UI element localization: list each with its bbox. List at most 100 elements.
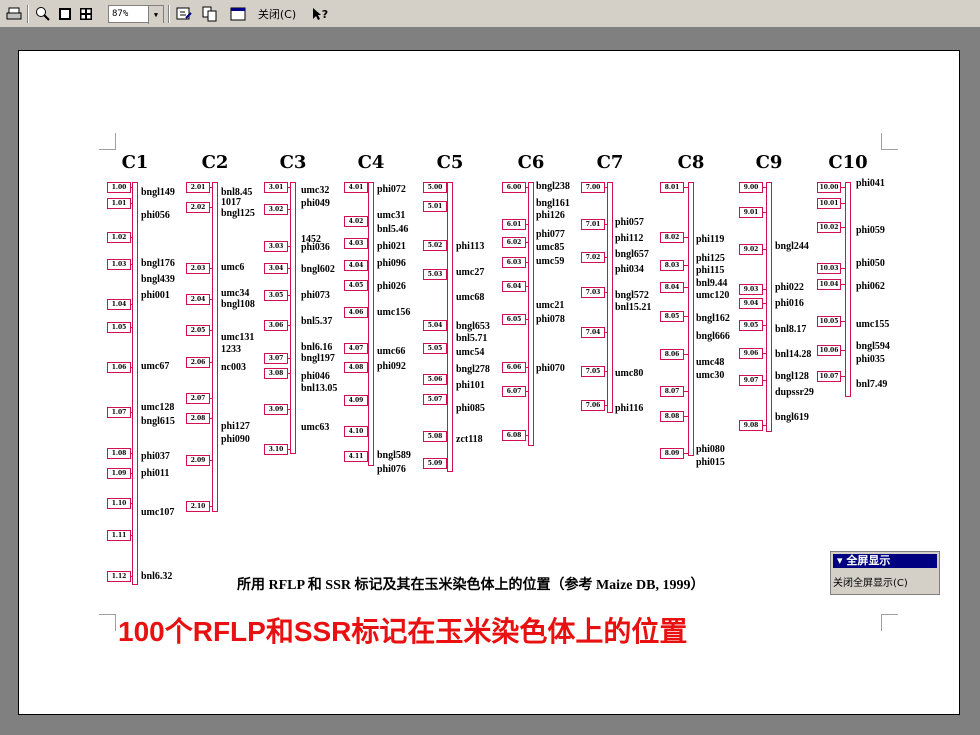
- marker-label: umc120: [696, 290, 730, 301]
- bin-tick: [131, 367, 132, 368]
- bin-tick: [841, 321, 845, 322]
- marker-label: phi127: [221, 421, 250, 432]
- fullscreen-menu-header[interactable]: ▾ 全屏显示: [833, 554, 937, 568]
- marker-label: phi077: [536, 229, 565, 240]
- marker-label: umc48: [696, 357, 725, 368]
- marker-label: bngl619: [775, 412, 809, 423]
- bin-position-box: 3.03: [264, 241, 288, 252]
- slide-title: 100个RFLP和SSR标记在玉米染色体上的位置: [118, 616, 688, 647]
- chromosome-bar: [607, 182, 613, 413]
- bin-tick: [288, 187, 290, 188]
- marker-label: bnl9.44: [696, 278, 728, 289]
- help-button[interactable]: ?: [306, 4, 334, 24]
- bin-position-box: 2.03: [186, 263, 210, 274]
- bin-position-box: 10.02: [817, 222, 841, 233]
- bin-position-box: 9.04: [739, 298, 763, 309]
- bin-position-box: 8.09: [660, 448, 684, 459]
- bin-tick: [841, 284, 845, 285]
- bin-position-box: 5.06: [423, 374, 447, 385]
- bin-position-box: 1.10: [107, 498, 131, 509]
- corner-mark: [99, 133, 116, 150]
- marker-label: phi116: [615, 403, 644, 414]
- close-fullscreen-item[interactable]: 关闭全屏显示(C): [833, 574, 908, 589]
- single-page-icon[interactable]: [56, 4, 74, 24]
- bin-position-box: 7.05: [581, 366, 605, 377]
- bin-tick: [684, 453, 688, 454]
- bin-tick: [684, 287, 688, 288]
- bin-position-box: 4.03: [344, 238, 368, 249]
- bin-position-box: 9.00: [739, 182, 763, 193]
- chromosome-label: C5: [436, 152, 464, 173]
- marker-label: bnl6.16: [301, 342, 333, 353]
- window-icon[interactable]: [228, 4, 248, 24]
- bin-position-box: 6.03: [502, 257, 526, 268]
- bin-tick: [526, 286, 528, 287]
- chevron-down-icon[interactable]: ▼: [148, 6, 163, 24]
- bin-position-box: 4.07: [344, 343, 368, 354]
- marker-label: phi101: [456, 380, 485, 391]
- multi-page-icon[interactable]: [77, 4, 95, 24]
- marker-label: phi049: [301, 198, 330, 209]
- marker-label: phi090: [221, 434, 250, 445]
- marker-label: umc6: [221, 262, 245, 273]
- bin-position-box: 4.01: [344, 182, 368, 193]
- chromosome-label: C1: [121, 152, 149, 173]
- bin-tick: [841, 203, 845, 204]
- marker-label: umc107: [141, 507, 175, 518]
- chromosome-bar: [368, 182, 374, 466]
- toolbar-separator: [27, 5, 29, 23]
- bin-position-box: 3.05: [264, 290, 288, 301]
- bin-tick: [841, 227, 845, 228]
- bin-position-box: 5.09: [423, 458, 447, 469]
- marker-label: phi119: [696, 234, 725, 245]
- bin-tick: [605, 371, 607, 372]
- bin-tick: [684, 237, 688, 238]
- marker-label: umc85: [536, 242, 565, 253]
- bin-tick: [841, 187, 845, 188]
- marker-label: phi026: [377, 281, 406, 292]
- bin-position-box: 2.09: [186, 455, 210, 466]
- bin-position-box: 1.00: [107, 182, 131, 193]
- bin-tick: [763, 249, 766, 250]
- marker-label: bnl7.49: [856, 379, 888, 390]
- marker-label: phi035: [856, 354, 885, 365]
- bin-tick: [605, 405, 607, 406]
- print-icon[interactable]: [4, 4, 24, 24]
- marker-label: bngl666: [696, 331, 730, 342]
- bin-position-box: 1.09: [107, 468, 131, 479]
- bin-tick: [763, 353, 766, 354]
- zoom-select[interactable]: 87% ▼: [108, 5, 164, 24]
- corner-mark: [881, 133, 898, 150]
- bin-tick: [131, 327, 132, 328]
- marker-label: phi056: [141, 210, 170, 221]
- marker-label: phi076: [377, 464, 406, 475]
- zoom-magnifier-icon[interactable]: [33, 4, 53, 24]
- marker-label: phi021: [377, 241, 406, 252]
- marker-label: bngl615: [141, 416, 175, 427]
- copy-icon[interactable]: [200, 4, 220, 24]
- chromosome-bar: [132, 182, 138, 585]
- bin-position-box: 5.00: [423, 182, 447, 193]
- bin-position-box: 2.04: [186, 294, 210, 305]
- bin-tick: [210, 268, 212, 269]
- close-button[interactable]: 关闭(C): [252, 4, 302, 24]
- bin-position-box: 6.04: [502, 281, 526, 292]
- marker-label: bngl657: [615, 249, 649, 260]
- bin-position-box: 10.06: [817, 345, 841, 356]
- bin-position-box: 6.07: [502, 386, 526, 397]
- bin-position-box: 4.02: [344, 216, 368, 227]
- bin-position-box: 7.06: [581, 400, 605, 411]
- bin-position-box: 5.04: [423, 320, 447, 331]
- format-icon[interactable]: [174, 4, 194, 24]
- marker-label: 1233: [221, 344, 241, 355]
- bin-position-box: 6.00: [502, 182, 526, 193]
- bin-position-box: 9.01: [739, 207, 763, 218]
- chromosome-bar: [447, 182, 453, 472]
- bin-tick: [841, 350, 845, 351]
- marker-label: bnl13.05: [301, 383, 338, 394]
- bin-tick: [763, 325, 766, 326]
- marker-label: umc63: [301, 422, 330, 433]
- marker-label: bngl162: [696, 313, 730, 324]
- marker-label: bngl572: [615, 290, 649, 301]
- bin-tick: [763, 425, 766, 426]
